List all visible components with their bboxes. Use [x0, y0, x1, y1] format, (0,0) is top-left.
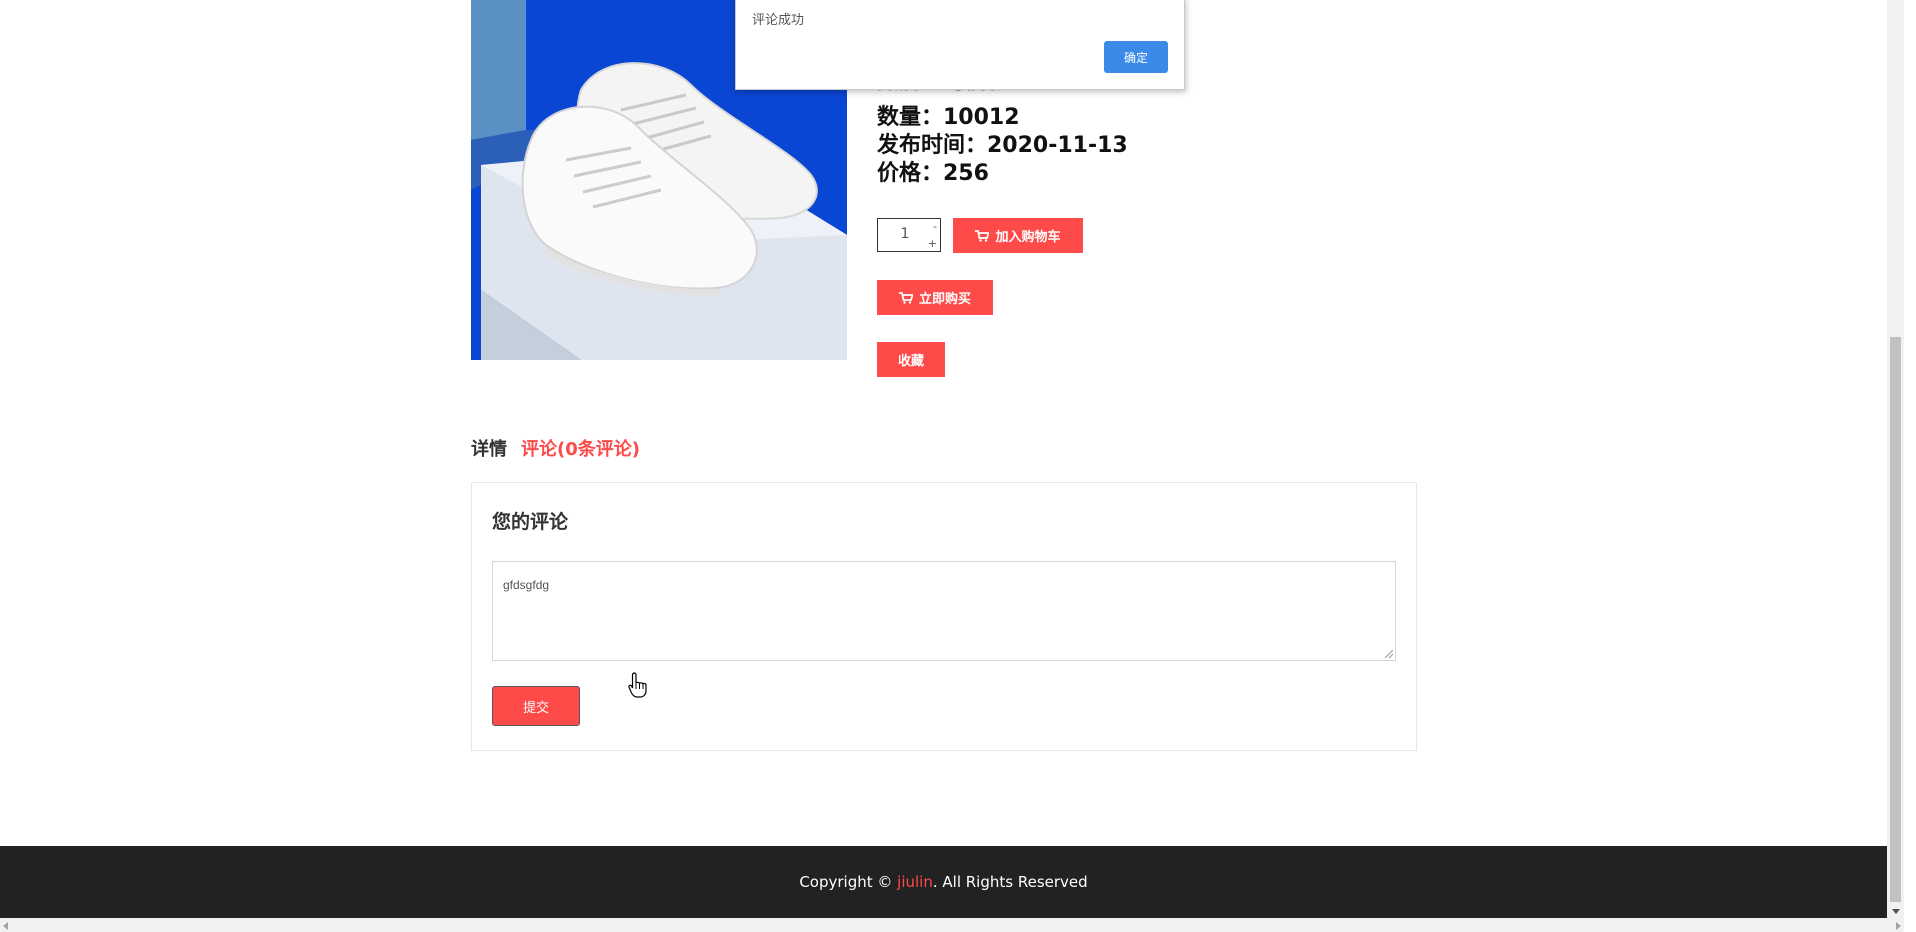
comment-panel: 您的评论 gfdsgfdg 提交: [471, 482, 1417, 751]
buy-now-button[interactable]: 立即购买: [877, 280, 993, 315]
horizontal-scrollbar[interactable]: [0, 918, 1904, 932]
price-line: 价格：256: [877, 161, 989, 186]
publish-date-line: 发布时间：2020-11-13: [877, 133, 1128, 158]
brand-link[interactable]: jiulin: [897, 873, 933, 891]
hand-cursor-icon: [628, 672, 647, 698]
scroll-down-arrow-icon[interactable]: [1892, 909, 1900, 914]
product-tabs: 详情 评论(0条评论): [471, 437, 640, 463]
comment-textarea[interactable]: gfdsgfdg: [492, 561, 1396, 661]
alert-dialog: 评论成功 确定: [735, 0, 1185, 90]
vertical-scroll-thumb[interactable]: [1890, 337, 1901, 902]
quantity-decrement[interactable]: -: [933, 221, 937, 232]
favorite-label: 收藏: [897, 354, 924, 369]
product-info: 品牌：马偶极 数量：10012 发布时间：2020-11-13 价格：256: [877, 76, 1128, 188]
cart-icon: [898, 291, 913, 304]
favorite-button[interactable]: 收藏: [877, 342, 945, 377]
copyright-suffix: . All Rights Reserved: [932, 873, 1088, 891]
add-to-cart-button[interactable]: 加入购物车: [953, 218, 1083, 253]
copyright-text: Copyright © jiulin. All Rights Reserved: [799, 873, 1087, 891]
quantity-value[interactable]: 1: [878, 226, 932, 242]
submit-button[interactable]: 提交: [492, 686, 580, 726]
tab-comments[interactable]: 评论(0条评论): [521, 437, 640, 463]
quantity-increment[interactable]: +: [928, 238, 937, 249]
dialog-ok-button[interactable]: 确定: [1104, 41, 1168, 73]
cart-icon: [975, 229, 990, 242]
quantity-line: 数量：10012: [877, 105, 1020, 130]
copyright-prefix: Copyright ©: [799, 873, 898, 891]
tab-detail[interactable]: 详情: [471, 437, 507, 463]
dialog-message: 评论成功: [752, 13, 805, 28]
comment-title: 您的评论: [492, 511, 569, 533]
resize-grip-icon[interactable]: [1385, 650, 1393, 658]
footer: Copyright © jiulin. All Rights Reserved: [0, 846, 1887, 918]
add-to-cart-label: 加入购物车: [995, 230, 1061, 245]
comment-text: gfdsgfdg: [503, 578, 550, 592]
scroll-left-arrow-icon[interactable]: [3, 922, 8, 930]
buy-now-label: 立即购买: [918, 292, 971, 307]
quantity-stepper[interactable]: 1 - +: [877, 218, 941, 252]
scroll-right-arrow-icon[interactable]: [1896, 922, 1901, 930]
vertical-scrollbar[interactable]: [1887, 0, 1904, 918]
